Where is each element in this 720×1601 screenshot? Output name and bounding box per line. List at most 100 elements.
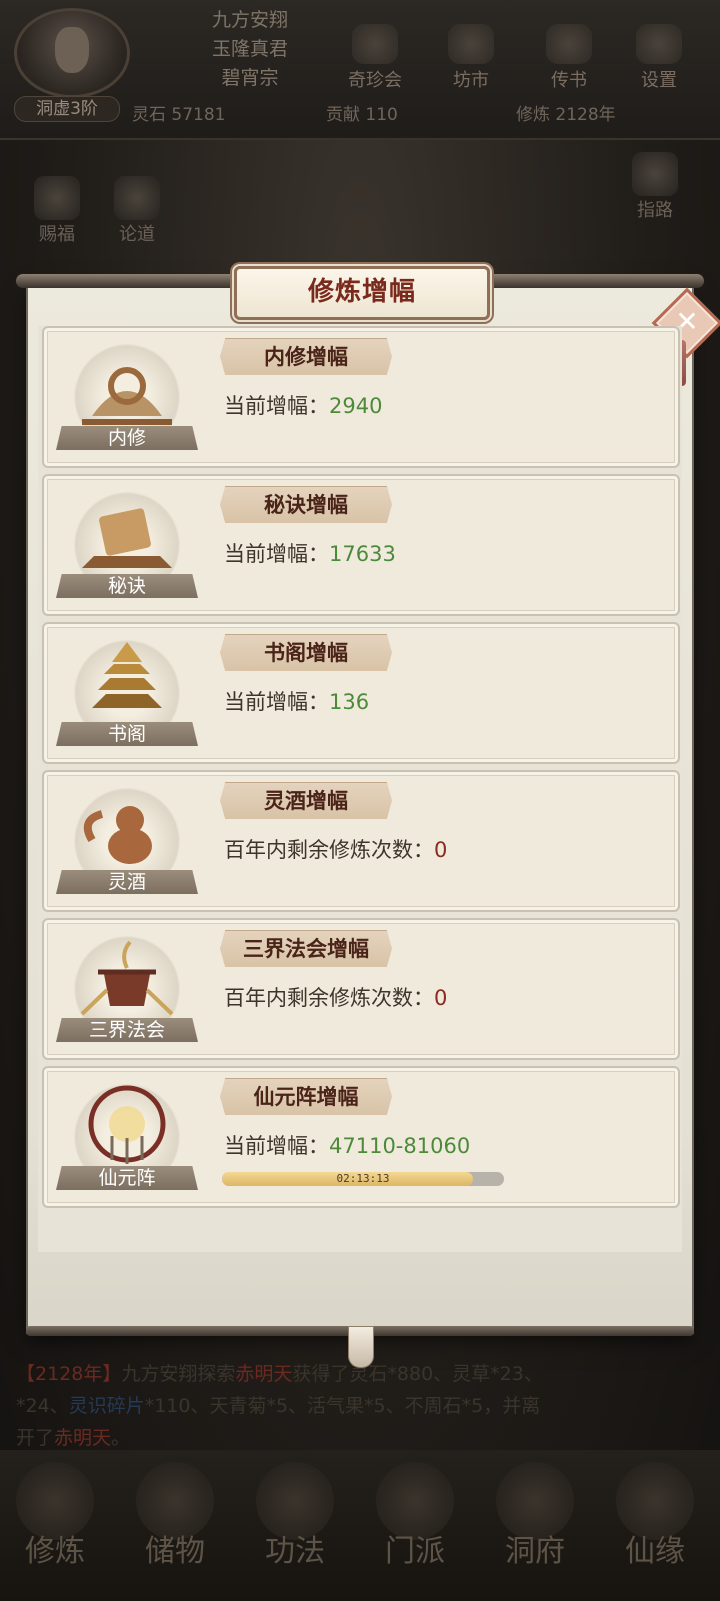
top-bar: 洞虚3阶 九方安翔 玉隆真君 碧宵宗 奇珍会 坊市 传书 设置 灵石 57181… xyxy=(0,0,720,140)
boost-card-lingjiu[interactable]: 灵酒 灵酒增幅 百年内剩余修炼次数：0 xyxy=(42,770,680,912)
log-text: 九方安翔探索 xyxy=(121,1363,236,1385)
settings-label: 设置 xyxy=(641,70,677,91)
fangshi-button[interactable]: 坊市 xyxy=(436,24,506,92)
info-label: 百年内剩余修炼次数： xyxy=(224,986,434,1010)
player-names: 九方安翔 玉隆真君 碧宵宗 xyxy=(180,6,320,93)
message-icon xyxy=(546,24,592,64)
nav-chuwu[interactable]: 储物 xyxy=(120,1462,230,1570)
book-icon xyxy=(256,1462,334,1540)
nav-gongfa[interactable]: 功法 xyxy=(240,1462,350,1570)
zhilu-label: 指路 xyxy=(637,200,673,221)
log-text: *110、天青菊*5、活气果*5、不周石*5，并离 xyxy=(144,1395,541,1417)
emblem-label: 仙元阵 xyxy=(56,1166,198,1190)
card-badge: 内修增幅 xyxy=(220,338,392,375)
modal-title-plate: 修炼增幅 xyxy=(234,266,490,320)
nav-label: 修炼 xyxy=(25,1534,85,1569)
nav-xianyuan[interactable]: 仙缘 xyxy=(600,1462,710,1570)
settings-button[interactable]: 设置 xyxy=(624,24,694,92)
bell-ornament xyxy=(348,1326,374,1368)
card-badge: 三界法会增幅 xyxy=(220,930,392,967)
emblem: 灵酒 xyxy=(52,780,202,902)
xiulian-stat: 修炼 2128年 xyxy=(516,105,616,125)
nav-menpai[interactable]: 门派 xyxy=(360,1462,470,1570)
zhilu-button[interactable]: 指路 xyxy=(632,152,678,222)
emblem-label: 秘诀 xyxy=(56,574,198,598)
mountain-icon xyxy=(632,152,678,196)
log-place: 赤明天 xyxy=(235,1363,293,1385)
player-avatar[interactable] xyxy=(14,8,130,98)
info-value: 0 xyxy=(434,986,448,1010)
badge-label: 秘诀增幅 xyxy=(264,493,348,517)
emblem-label: 书阁 xyxy=(56,722,198,746)
avatar-face xyxy=(55,27,89,73)
qizhenhui-button[interactable]: 奇珍会 xyxy=(340,24,410,92)
gate-icon xyxy=(376,1462,454,1540)
nav-label: 洞府 xyxy=(505,1534,565,1569)
log-text: *24、 xyxy=(16,1395,69,1417)
treasure-icon xyxy=(352,24,398,64)
badge-label: 内修增幅 xyxy=(264,345,348,369)
scroll-icon xyxy=(114,176,160,220)
info-value: 2940 xyxy=(329,394,383,418)
lundao-button[interactable]: 论道 xyxy=(114,176,160,246)
bag-icon xyxy=(136,1462,214,1540)
modal-title: 修炼增幅 xyxy=(307,277,416,307)
card-badge: 书阁增幅 xyxy=(220,634,392,671)
card-info: 百年内剩余修炼次数：0 xyxy=(224,982,447,1012)
player-title: 玉隆真君 xyxy=(211,38,288,60)
timer-progress-bar: 02:13:13 xyxy=(222,1172,504,1186)
player-rank: 洞虚3阶 xyxy=(14,96,120,122)
card-info: 百年内剩余修炼次数：0 xyxy=(224,834,447,864)
log-place: 赤明天 xyxy=(54,1427,112,1449)
market-icon xyxy=(448,24,494,64)
fangshi-label: 坊市 xyxy=(453,70,489,91)
cifu-button[interactable]: 赐福 xyxy=(34,176,80,246)
log-text: 。 xyxy=(111,1427,131,1449)
card-info: 当前增幅：136 xyxy=(224,686,369,716)
fate-icon xyxy=(616,1462,694,1540)
emblem: 仙元阵 xyxy=(52,1076,202,1198)
timer-text: 02:13:13 xyxy=(336,1172,390,1185)
card-info: 当前增幅：47110-81060 xyxy=(224,1130,470,1160)
cifu-label: 赐福 xyxy=(39,224,75,245)
log-text: 开了 xyxy=(16,1427,55,1449)
lundao-label: 论道 xyxy=(119,224,155,245)
emblem: 内修 xyxy=(52,336,202,458)
lingshi-stat: 灵石 57181 xyxy=(132,105,226,125)
meditate-icon xyxy=(16,1462,94,1540)
badge-label: 三界法会增幅 xyxy=(243,937,369,961)
info-label: 当前增幅： xyxy=(224,542,329,566)
boost-card-sanjiefahui[interactable]: 三界法会 三界法会增幅 百年内剩余修炼次数：0 xyxy=(42,918,680,1060)
boost-list[interactable]: 内修 内修增幅 当前增幅：2940 秘诀 秘诀增幅 当前增幅：17633 书阁 … xyxy=(38,326,682,1252)
emblem: 秘诀 xyxy=(52,484,202,606)
nav-label: 储物 xyxy=(145,1534,205,1569)
boost-card-neixiu[interactable]: 内修 内修增幅 当前增幅：2940 xyxy=(42,326,680,468)
nav-label: 仙缘 xyxy=(625,1534,685,1569)
nav-label: 功法 xyxy=(265,1534,325,1569)
card-info: 当前增幅：17633 xyxy=(224,538,396,568)
info-label: 当前增幅： xyxy=(224,1134,329,1158)
log-text: 获得了 xyxy=(292,1363,350,1385)
badge-label: 灵酒增幅 xyxy=(264,789,348,813)
boost-card-shuge[interactable]: 书阁 书阁增幅 当前增幅：136 xyxy=(42,622,680,764)
info-value: 136 xyxy=(329,690,370,714)
info-value: 17633 xyxy=(329,542,396,566)
gongxian-stat: 贡献 110 xyxy=(326,105,398,125)
card-badge: 灵酒增幅 xyxy=(220,782,392,819)
emblem-label: 三界法会 xyxy=(56,1018,198,1042)
boost-card-mijue[interactable]: 秘诀 秘诀增幅 当前增幅：17633 xyxy=(42,474,680,616)
chuanshu-button[interactable]: 传书 xyxy=(534,24,604,92)
emblem: 三界法会 xyxy=(52,928,202,1050)
info-label: 百年内剩余修炼次数： xyxy=(224,838,434,862)
nav-xiulian[interactable]: 修炼 xyxy=(0,1462,110,1570)
badge-label: 仙元阵增幅 xyxy=(253,1085,359,1109)
player-sect: 碧宵宗 xyxy=(221,67,279,89)
info-value: 0 xyxy=(434,838,448,862)
card-badge: 秘诀增幅 xyxy=(220,486,392,523)
log-items: 灵石*880、灵草*23、 xyxy=(349,1363,543,1385)
nav-dongfu[interactable]: 洞府 xyxy=(480,1462,590,1570)
blessing-icon xyxy=(34,176,80,220)
boost-card-xianyuanzhen[interactable]: 仙元阵 仙元阵增幅 当前增幅：47110-81060 02:13:13 xyxy=(42,1066,680,1208)
info-label: 当前增幅： xyxy=(224,690,329,714)
log-item: 灵识碎片 xyxy=(68,1395,145,1417)
